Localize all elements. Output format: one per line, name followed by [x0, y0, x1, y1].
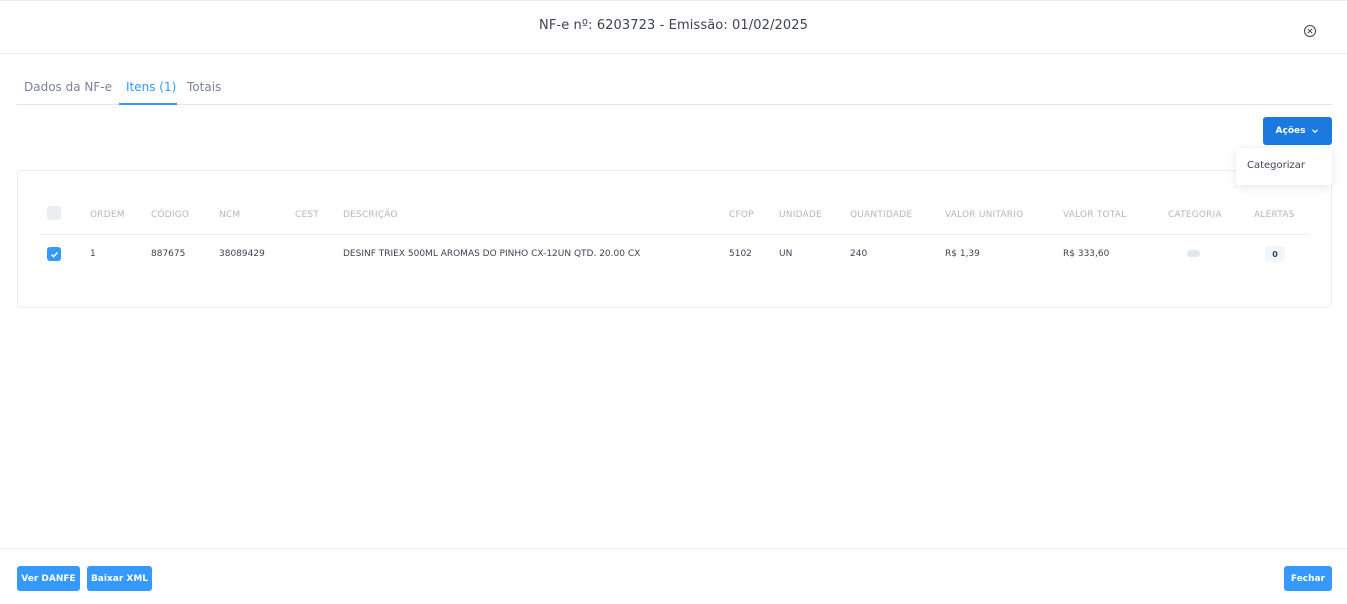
alerts-badge[interactable]: 0 [1265, 246, 1285, 262]
baixar-xml-button[interactable]: Baixar XML [87, 566, 152, 591]
th-categoria: CATEGORIA [1168, 210, 1222, 220]
th-valor-unitario: VALOR UNITÁRIO [945, 210, 1024, 220]
fechar-button[interactable]: Fechar [1284, 566, 1332, 591]
cell-cfop: 5102 [729, 249, 752, 259]
cell-ordem: 1 [90, 249, 96, 259]
th-unidade: UNIDADE [779, 210, 822, 220]
menu-item-categorizar[interactable]: Categorizar [1247, 160, 1305, 171]
check-icon [50, 251, 58, 258]
modal-header: NF-e nº: 6203723 - Emissão: 01/02/2025 [0, 0, 1347, 54]
modal-footer: Ver DANFE Baixar XML Fechar [0, 548, 1347, 604]
cell-valor-total: R$ 333,60 [1063, 249, 1110, 259]
th-alertas: ALERTAS [1254, 210, 1295, 220]
tab-bar: Dados da NF-e Itens (1) Totais [17, 70, 1332, 105]
active-tab-indicator [119, 103, 177, 105]
th-quantidade: QUANTIDADE [850, 210, 913, 220]
th-valor-total: VALOR TOTAL [1063, 210, 1127, 220]
select-all-checkbox[interactable] [47, 206, 61, 220]
th-ncm: NCM [219, 210, 241, 220]
th-descricao: DESCRIÇÃO [343, 210, 398, 220]
acoes-dropdown-menu: Categorizar [1236, 148, 1332, 185]
th-codigo: CÓDIGO [151, 210, 190, 220]
th-cest: CEST [295, 210, 319, 220]
acoes-button[interactable]: Ações [1263, 117, 1332, 145]
category-badge[interactable] [1187, 250, 1200, 257]
tab-dados-nfe[interactable]: Dados da NF-e [24, 80, 112, 94]
chevron-down-icon [1312, 129, 1319, 134]
cell-ncm: 38089429 [219, 249, 265, 259]
th-ordem: ORDEM [90, 210, 125, 220]
row-checkbox[interactable] [47, 247, 61, 261]
acoes-button-label: Ações [1275, 126, 1306, 136]
cell-unidade: UN [779, 249, 793, 259]
cell-descricao: DESINF TRIEX 500ML AROMAS DO PINHO CX-12… [343, 249, 641, 259]
modal-title: NF-e nº: 6203723 - Emissão: 01/02/2025 [539, 18, 808, 33]
close-circle-icon[interactable] [1303, 24, 1317, 38]
cell-codigo: 887675 [151, 249, 186, 259]
header-divider [40, 234, 1310, 235]
tab-totais[interactable]: Totais [187, 80, 221, 94]
cell-quantidade: 240 [850, 249, 868, 259]
ver-danfe-button[interactable]: Ver DANFE [17, 566, 80, 591]
tab-itens[interactable]: Itens (1) [126, 80, 176, 94]
items-table-card: ORDEM CÓDIGO NCM CEST DESCRIÇÃO CFOP UNI… [17, 170, 1332, 308]
th-cfop: CFOP [729, 210, 754, 220]
cell-valor-unitario: R$ 1,39 [945, 249, 980, 259]
